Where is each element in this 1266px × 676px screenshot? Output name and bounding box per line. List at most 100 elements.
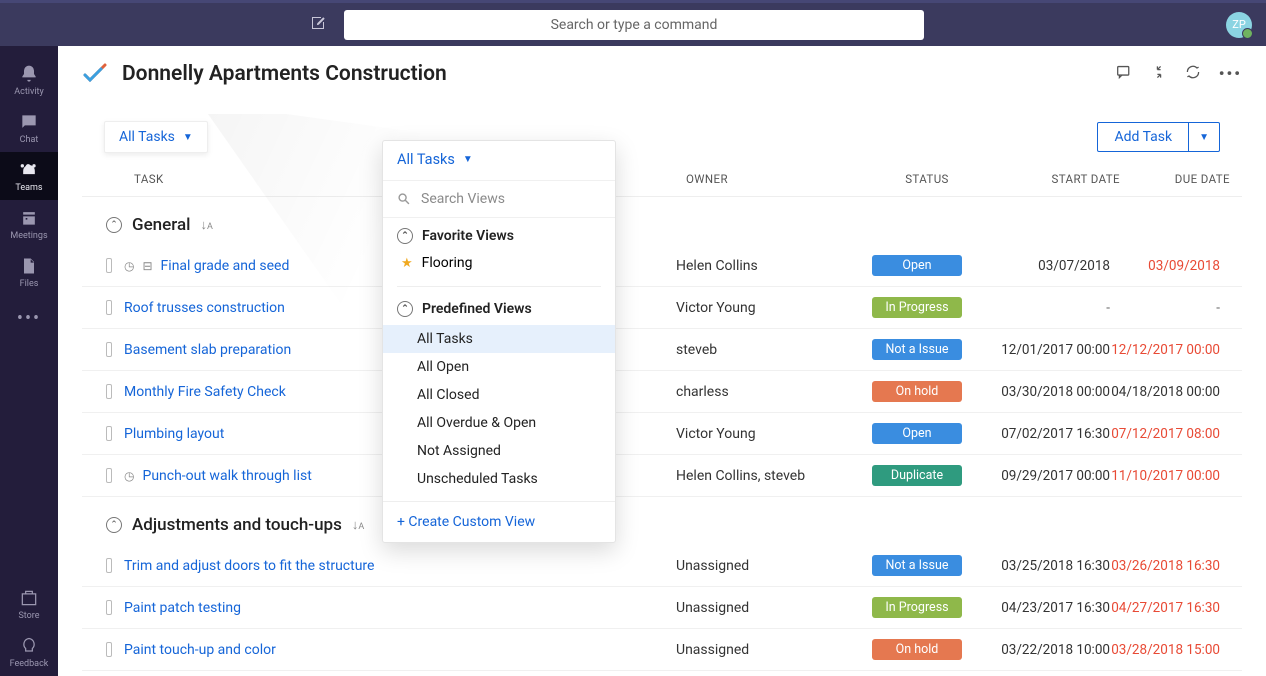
due-date-cell: 03/28/2018 15:00 [1110,642,1220,658]
owner-cell: Helen Collins, steveb [676,468,854,484]
task-link[interactable]: Roof trusses construction [124,300,285,316]
due-date-cell: 04/18/2018 00:00 [1110,384,1220,400]
due-date-cell: 07/12/2017 08:00 [1110,426,1220,442]
row-checkbox[interactable] [106,558,112,573]
rail-activity[interactable]: Activity [0,56,58,104]
section-title: Adjustments and touch-ups [132,515,342,535]
add-task-button[interactable]: Add Task [1097,122,1189,152]
view-selector-chip[interactable]: All Tasks ▼ [104,121,208,153]
section-header: ⌃ Adjustments and touch-ups ↓A [82,497,1242,545]
row-checkbox[interactable] [106,342,112,357]
owner-cell: steveb [676,342,854,358]
favorite-view-item[interactable]: ★Flooring [397,250,601,276]
task-link[interactable]: Trim and adjust doors to fit the structu… [124,558,374,574]
task-row: Plumbing layout Victor Young Open 07/02/… [82,413,1242,455]
subtask-icon: ⊟ [142,259,152,273]
view-dropdown-trigger[interactable]: All Tasks ▼ [383,141,615,181]
predefined-heading: Predefined Views [422,301,532,317]
collapse-icon[interactable]: ⌃ [106,217,122,233]
predefined-view-item[interactable]: All Tasks [383,325,615,353]
owner-cell: Helen Collins [676,258,854,274]
rail-feedback[interactable]: Feedback [0,628,58,676]
predefined-group: ⌃ Predefined Views [383,291,615,325]
status-cell: On hold [854,639,980,660]
due-date-cell: - [1110,300,1220,316]
section-header: ⌃ General ↓A [82,197,1242,245]
task-link[interactable]: Final grade and seed [161,258,290,274]
task-link[interactable]: Paint touch-up and color [124,642,276,658]
collapse-icon[interactable] [1151,64,1167,85]
view-dropdown: All Tasks ▼ Search Views ⌃ Favorite View… [382,140,616,543]
due-date-cell: 03/09/2018 [1110,258,1220,274]
status-badge: In Progress [872,297,962,318]
add-task-split-button[interactable]: ▼ [1189,122,1220,152]
task-link[interactable]: Basement slab preparation [124,342,291,358]
row-checkbox[interactable] [106,426,112,441]
task-link[interactable]: Plumbing layout [124,426,224,442]
task-row: Roof trusses construction Victor Young I… [82,287,1242,329]
start-date-cell: 03/30/2018 00:00 [980,384,1110,400]
search-icon [397,192,411,206]
rail-more[interactable]: ••• [17,296,41,341]
row-checkbox[interactable] [106,642,112,657]
predefined-view-item[interactable]: All Closed [383,381,615,409]
projects-logo-icon [82,61,108,87]
row-checkbox[interactable] [106,258,112,273]
rail-chat[interactable]: Chat [0,104,58,152]
start-date-cell: 03/07/2018 [980,258,1110,274]
task-row: Monthly Fire Safety Check charless On ho… [82,371,1242,413]
owner-cell: Unassigned [676,600,854,616]
conversation-icon[interactable] [1116,64,1133,85]
task-link[interactable]: Paint patch testing [124,600,241,616]
view-search[interactable]: Search Views [383,181,615,218]
predefined-view-item[interactable]: All Open [383,353,615,381]
status-badge: In Progress [872,597,962,618]
compose-icon[interactable] [310,15,326,35]
status-cell: In Progress [854,297,980,318]
star-icon: ★ [401,256,413,271]
favorites-group: ⌃ Favorite Views ★Flooring [383,218,615,282]
sort-icon[interactable]: ↓A [352,517,364,533]
row-checkbox[interactable] [106,600,112,615]
start-date-cell: 07/02/2017 16:30 [980,426,1110,442]
sort-icon[interactable]: ↓A [200,217,212,233]
main-area: Donnelly Apartments Construction ••• All… [58,46,1266,676]
user-avatar[interactable]: ZP [1226,12,1252,38]
task-link[interactable]: Monthly Fire Safety Check [124,384,286,400]
owner-cell: Victor Young [676,300,854,316]
task-link[interactable]: Punch-out walk through list [142,468,311,484]
predefined-view-item[interactable]: Unscheduled Tasks [383,465,615,493]
command-search[interactable]: Search or type a command [344,10,924,40]
collapse-icon[interactable]: ⌃ [106,517,122,533]
rail-files[interactable]: Files [0,248,58,296]
more-icon[interactable]: ••• [1219,64,1242,85]
row-checkbox[interactable] [106,468,112,483]
board-toolbar: All Tasks ▼ Add Task ▼ [82,102,1242,162]
start-date-cell: 09/29/2017 00:00 [980,468,1110,484]
task-row: ◷⊟Final grade and seed Helen Collins Ope… [82,245,1242,287]
task-row: ◷Punch-out walk through list Helen Colli… [82,455,1242,497]
rail-teams[interactable]: Teams [0,152,58,200]
page-header: Donnelly Apartments Construction ••• [58,46,1266,102]
create-custom-view[interactable]: + Create Custom View [383,501,615,542]
rail-store[interactable]: Store [0,580,58,628]
predefined-view-item[interactable]: Not Assigned [383,437,615,465]
rail-meetings[interactable]: Meetings [0,200,58,248]
start-date-cell: 03/25/2018 16:30 [980,558,1110,574]
row-checkbox[interactable] [106,300,112,315]
refresh-icon[interactable] [1185,64,1201,85]
column-headers: TASK OWNER STATUS START DATE DUE DATE [82,162,1242,197]
section-title: General [132,215,190,235]
header-actions: ••• [1116,64,1242,85]
task-row: Trim and adjust doors to fit the structu… [82,545,1242,587]
predefined-view-item[interactable]: All Overdue & Open [383,409,615,437]
collapse-icon[interactable]: ⌃ [397,301,413,317]
row-checkbox[interactable] [106,384,112,399]
task-row: Paint touch-up and color Unassigned On h… [82,629,1242,671]
status-cell: Not a Issue [854,555,980,576]
collapse-icon[interactable]: ⌃ [397,228,413,244]
status-cell: Open [854,423,980,444]
start-date-cell: 04/23/2017 16:30 [980,600,1110,616]
due-date-cell: 12/12/2017 00:00 [1110,342,1220,358]
status-badge: On hold [872,381,962,402]
